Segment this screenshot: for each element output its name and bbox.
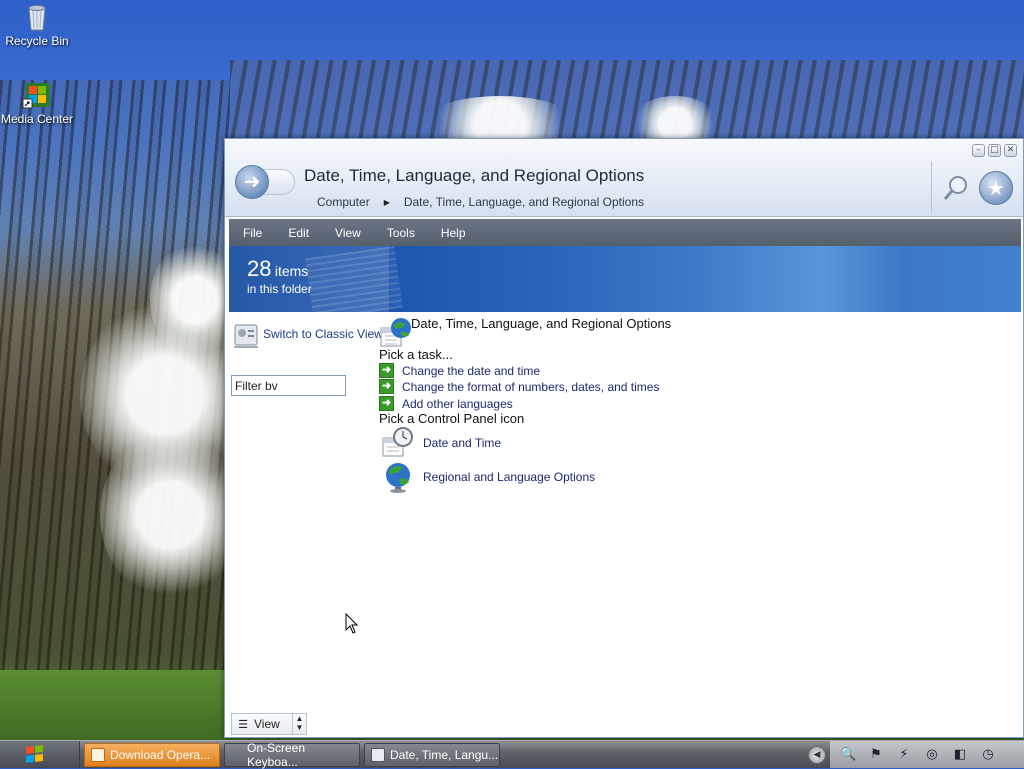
filter-input[interactable]: [231, 375, 346, 396]
green-arrow-icon: ➜: [379, 363, 394, 378]
desktop-icon-label: Media Center: [0, 112, 74, 126]
task-label: Change the date and time: [402, 363, 541, 378]
control-panel-window: – □ ✕ ➜ Date, Time, Language, and Region…: [224, 138, 1024, 738]
banner-paper-graphic: [305, 246, 403, 312]
green-arrow-icon: ➜: [379, 379, 394, 394]
breadcrumb-separator-icon[interactable]: ▶: [384, 198, 390, 207]
star-icon: ★: [987, 176, 1005, 200]
cp-item-label: Regional and Language Options: [423, 470, 596, 484]
power-icon[interactable]: ⚡: [896, 747, 912, 763]
taskbar-button-download-opera[interactable]: Download Opera...: [84, 743, 220, 767]
mouse-cursor-icon: [345, 613, 359, 634]
cp-item-regional-language[interactable]: Regional and Language Options: [381, 460, 595, 494]
desktop-icon-media-center[interactable]: Media Center: [0, 80, 74, 126]
tray-expand-icon[interactable]: ◀: [808, 746, 826, 764]
view-spinner-icon[interactable]: ▲ ▼: [292, 714, 306, 734]
taskbar-button-on-screen-keyboard[interactable]: On-Screen Keyboa...: [224, 741, 360, 769]
menu-help[interactable]: Help: [428, 226, 479, 240]
menu-file[interactable]: File: [229, 226, 275, 240]
taskbar-button-label: On-Screen Keyboa...: [247, 741, 306, 769]
task-change-date-time[interactable]: ➜ Change the date and time: [379, 363, 540, 378]
network-icon[interactable]: ◎: [924, 747, 940, 763]
wallpaper-trees: [0, 80, 230, 700]
pick-icon-label: Pick a Control Panel icon: [379, 411, 525, 426]
globe-icon: [386, 463, 410, 493]
clock-icon[interactable]: ◷: [980, 747, 996, 763]
breadcrumb-computer[interactable]: Computer: [317, 195, 370, 209]
green-arrow-icon: ➜: [379, 396, 394, 411]
cp-item-date-time[interactable]: Date and Time: [381, 426, 501, 460]
menu-tools[interactable]: Tools: [374, 226, 428, 240]
view-list-icon: ☰: [238, 718, 248, 731]
media-center-icon: [22, 83, 50, 109]
taskbar-button-label: Date, Time, Langu...: [390, 748, 499, 762]
window-controls: – □ ✕: [972, 144, 1017, 157]
start-button[interactable]: [0, 741, 80, 768]
close-button[interactable]: ✕: [1004, 144, 1017, 157]
task-label: Add other languages: [402, 396, 513, 411]
wallpaper-blossom: [100, 430, 240, 600]
date-time-globe-icon: [380, 318, 411, 347]
browser-window-icon: [91, 748, 105, 762]
cp-item-label: Date and Time: [423, 436, 502, 450]
pick-task-label: Pick a task...: [379, 347, 453, 362]
taskbar-button-date-time-language[interactable]: Date, Time, Langu...: [364, 743, 500, 767]
system-tray: 🔍 ⚑ ⚡ ◎ ◧ ◷: [830, 741, 1024, 768]
view-button[interactable]: ☰ View ▲ ▼: [231, 713, 307, 735]
status-bar: ☰ View ▲ ▼: [229, 711, 1021, 737]
title-divider: [931, 161, 932, 213]
content-area: Switch to Classic View Date, Time, Langu…: [229, 314, 1021, 734]
desktop-icon-recycle-bin[interactable]: Recycle Bin: [0, 2, 74, 48]
item-count-unit: items: [274, 263, 309, 279]
wallpaper-treetops: [230, 60, 1024, 140]
switch-classic-view-link[interactable]: Switch to Classic View: [231, 317, 383, 351]
back-arrow-icon: ➜: [243, 169, 261, 193]
date-time-icon: [382, 427, 413, 457]
title-bar[interactable]: – □ ✕ ➜ Date, Time, Language, and Region…: [225, 139, 1023, 217]
view-button-label: View: [254, 717, 280, 731]
breadcrumb-current[interactable]: Date, Time, Language, and Regional Optio…: [404, 195, 644, 209]
folder-banner: 28 items in this folder: [229, 246, 1021, 312]
task-add-languages[interactable]: ➜ Add other languages: [379, 396, 513, 411]
maximize-button[interactable]: □: [988, 144, 1001, 157]
item-count: 28 items: [247, 256, 308, 282]
category-title: Date, Time, Language, and Regional Optio…: [411, 316, 672, 331]
item-count-subtitle: in this folder: [247, 282, 312, 296]
wallpaper-grass: [0, 670, 230, 740]
volume-icon[interactable]: ◧: [952, 747, 968, 763]
taskbar-button-label: Download Opera...: [110, 748, 211, 762]
minimize-button[interactable]: –: [972, 144, 985, 157]
menu-bar: File Edit View Tools Help: [229, 219, 1021, 246]
favorites-star-button[interactable]: ★: [979, 171, 1013, 205]
window-title: Date, Time, Language, and Regional Optio…: [304, 166, 645, 185]
task-change-format[interactable]: ➜ Change the format of numbers, dates, a…: [379, 379, 659, 394]
search-icon[interactable]: [941, 173, 971, 203]
windows-logo-icon: [26, 745, 43, 763]
back-button[interactable]: ➜: [235, 165, 269, 199]
magnifier-icon[interactable]: 🔍: [840, 747, 856, 763]
classic-view-label: Switch to Classic View: [263, 327, 383, 341]
control-panel-icon: [234, 324, 258, 348]
breadcrumb: Computer ▶ Date, Time, Language, and Reg…: [317, 195, 644, 209]
item-count-number: 28: [247, 256, 272, 281]
menu-edit[interactable]: Edit: [275, 226, 322, 240]
category-header: Date, Time, Language, and Regional Optio…: [379, 316, 671, 350]
taskbar: Download Opera... On-Screen Keyboa... Da…: [0, 740, 1024, 769]
control-panel-window-icon: [371, 748, 385, 762]
menu-view[interactable]: View: [322, 226, 374, 240]
desktop-icon-label: Recycle Bin: [5, 34, 69, 48]
task-label: Change the format of numbers, dates, and…: [402, 379, 660, 394]
recycle-bin-icon: [28, 5, 46, 31]
flag-icon[interactable]: ⚑: [868, 747, 884, 763]
